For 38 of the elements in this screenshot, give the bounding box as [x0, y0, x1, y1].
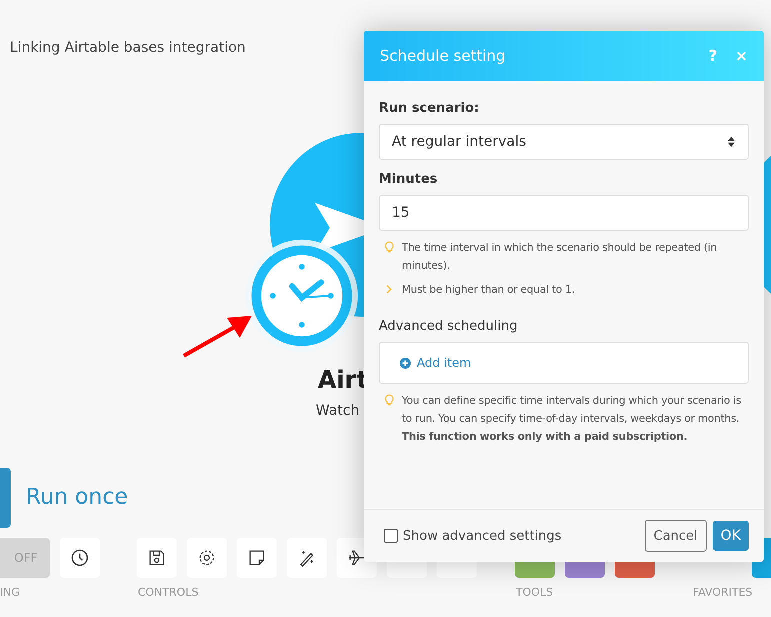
plus-circle-icon: [400, 358, 411, 368]
checkbox[interactable]: [384, 529, 398, 543]
hint-text: The time interval in which the scenario should be repeated (in minutes).: [402, 241, 718, 274]
module-name: Airt: [318, 366, 368, 394]
note-icon: [247, 548, 267, 568]
settings-icon: [197, 548, 217, 568]
airplane-icon: [347, 548, 367, 568]
clock-icon: [70, 548, 90, 568]
field-label: Run scenario:: [379, 101, 480, 116]
field-label: Minutes: [379, 172, 439, 187]
clock-button[interactable]: [60, 538, 100, 578]
ok-button[interactable]: OK: [712, 521, 749, 551]
module-subtitle: Watch: [316, 403, 360, 419]
rule-text: Must be higher than or equal to 1.: [402, 283, 575, 298]
toolbar-label: ING: [0, 586, 20, 599]
dialog-title: Schedule setting: [380, 47, 507, 65]
toolbar-label: CONTROLS: [138, 586, 199, 599]
field-label: Advanced scheduling: [379, 319, 519, 334]
wand-button[interactable]: [287, 538, 327, 578]
add-item-link[interactable]: Add item: [400, 356, 472, 370]
lightbulb-icon: [385, 394, 394, 407]
lightbulb-icon: [385, 241, 394, 254]
toolbar-label: TOOLS: [516, 586, 554, 599]
scenario-title: Linking Airtable bases integration: [10, 40, 246, 56]
hint-text: You can define specific time intervals during which your scenario is to run. You can specify time-of-day intervals, weekdays or months. This function works only with a paid subscription.: [402, 394, 742, 445]
sort-arrows-icon: [727, 136, 736, 148]
cancel-button[interactable]: Cancel: [644, 520, 707, 552]
save-icon: [147, 548, 167, 568]
run-scenario-select[interactable]: At regular intervals: [379, 124, 749, 160]
checkbox-label[interactable]: Show advanced settings: [403, 528, 562, 544]
run-once-label[interactable]: Run once: [26, 485, 128, 510]
scheduling-toggle[interactable]: OFF: [0, 538, 50, 578]
toolbar-label: FAVORITES: [693, 586, 753, 599]
note-button[interactable]: [237, 538, 277, 578]
chevron-icon: [385, 283, 394, 296]
save-button[interactable]: [137, 538, 177, 578]
clock-icon[interactable]: [244, 238, 360, 354]
settings-button[interactable]: [187, 538, 227, 578]
